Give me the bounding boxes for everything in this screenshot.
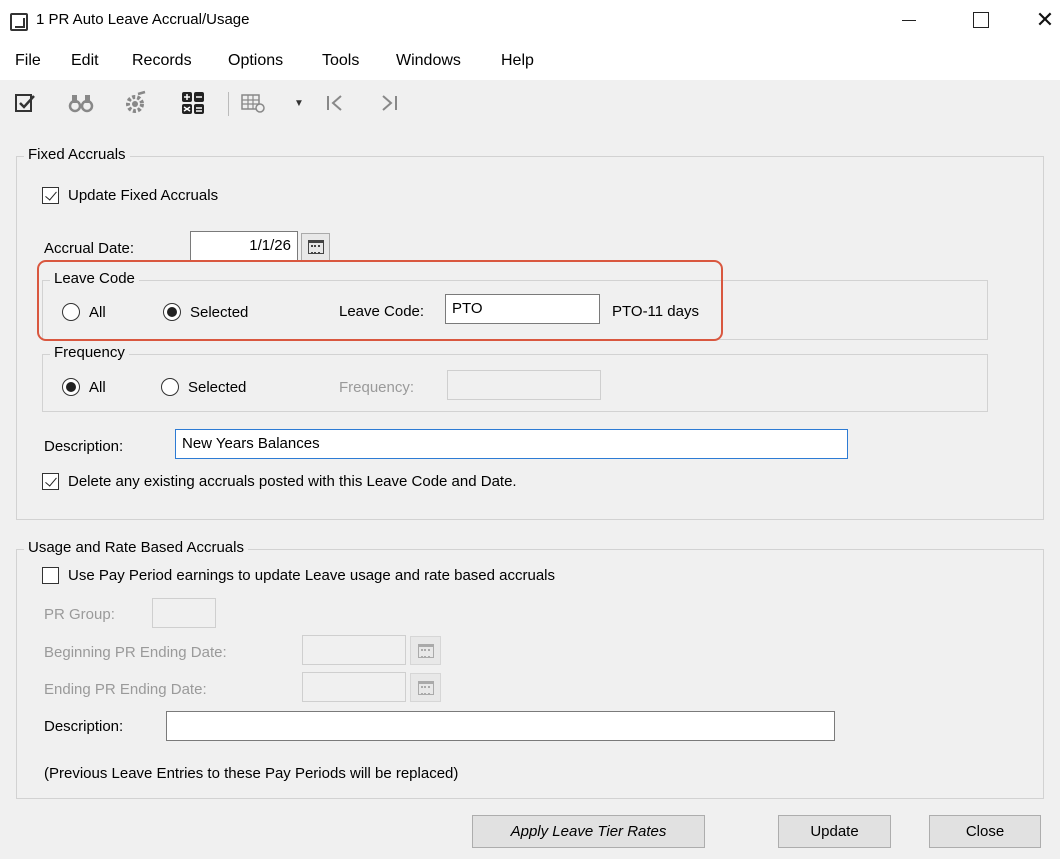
title-bar: 1 PR Auto Leave Accrual/Usage ✕ (0, 0, 1060, 42)
window-title: 1 PR Auto Leave Accrual/Usage (36, 11, 250, 28)
beginning-pr-ending-date-label: Beginning PR Ending Date: (44, 644, 227, 661)
binoculars-icon[interactable] (66, 88, 96, 118)
beginning-calendar-icon[interactable] (410, 636, 441, 665)
usage-description-label: Description: (44, 718, 124, 735)
beginning-pr-ending-date-input[interactable] (302, 635, 406, 665)
menu-options[interactable]: Options (228, 52, 283, 70)
replace-note: (Previous Leave Entries to these Pay Per… (44, 765, 459, 782)
accrual-date-label: Accrual Date: (44, 240, 135, 257)
app-icon (10, 13, 28, 31)
menu-edit[interactable]: Edit (71, 52, 99, 70)
frequency-selected-label: Selected (188, 379, 247, 396)
close-button[interactable]: Close (929, 815, 1041, 848)
first-record-icon[interactable] (320, 88, 350, 118)
frequency-field-label: Frequency: (339, 379, 415, 396)
frequency-selected-radio[interactable] (161, 378, 179, 396)
description-input[interactable]: New Years Balances (175, 429, 848, 459)
menu-help[interactable]: Help (501, 52, 534, 70)
fixed-accruals-title: Fixed Accruals (24, 146, 130, 163)
ending-calendar-icon[interactable] (410, 673, 441, 702)
menu-records[interactable]: Records (132, 52, 192, 70)
usage-accruals-title: Usage and Rate Based Accruals (24, 539, 248, 556)
accrual-date-input[interactable]: 1/1/26 (190, 231, 298, 261)
close-icon[interactable]: ✕ (1022, 4, 1060, 36)
toolbar-separator (228, 92, 229, 116)
frequency-input[interactable] (447, 370, 601, 400)
update-button[interactable]: Update (778, 815, 891, 848)
highlight-box (37, 260, 723, 341)
update-fixed-accruals-checkbox[interactable] (42, 187, 59, 204)
menu-file[interactable]: File (15, 52, 41, 70)
dropdown-arrow-icon[interactable]: ▼ (284, 88, 314, 118)
delete-existing-checkbox[interactable] (42, 473, 59, 490)
usage-accruals-group (16, 549, 1044, 799)
frequency-all-radio[interactable] (62, 378, 80, 396)
description-label: Description: (44, 438, 124, 455)
menu-tools[interactable]: Tools (322, 52, 359, 70)
usage-description-input[interactable] (166, 711, 835, 741)
maximize-icon[interactable] (958, 4, 1004, 36)
update-fixed-accruals-label: Update Fixed Accruals (68, 187, 219, 204)
calculator-icon[interactable] (178, 88, 208, 118)
edit-checklist-icon[interactable] (10, 88, 40, 118)
menu-bar: File Edit Records Options Tools Windows … (0, 42, 1060, 80)
apply-leave-tier-rates-button[interactable]: Apply Leave Tier Rates (472, 815, 705, 848)
use-pay-period-checkbox[interactable] (42, 567, 59, 584)
minimize-icon[interactable] (886, 4, 932, 36)
frequency-all-label: All (89, 379, 106, 396)
delete-existing-label: Delete any existing accruals posted with… (68, 473, 517, 490)
frequency-group-title: Frequency (50, 344, 129, 361)
pr-group-input[interactable] (152, 598, 216, 628)
last-record-icon[interactable] (374, 88, 404, 118)
use-pay-period-label: Use Pay Period earnings to update Leave … (68, 567, 555, 584)
grid-settings-icon[interactable] (238, 88, 268, 118)
menu-windows[interactable]: Windows (396, 52, 461, 70)
pr-group-label: PR Group: (44, 606, 115, 623)
calendar-icon[interactable] (301, 233, 330, 261)
ending-pr-ending-date-label: Ending PR Ending Date: (44, 681, 207, 698)
ending-pr-ending-date-input[interactable] (302, 672, 406, 702)
settings-gear-icon[interactable] (120, 88, 150, 118)
toolbar: ▼ (0, 80, 1060, 128)
